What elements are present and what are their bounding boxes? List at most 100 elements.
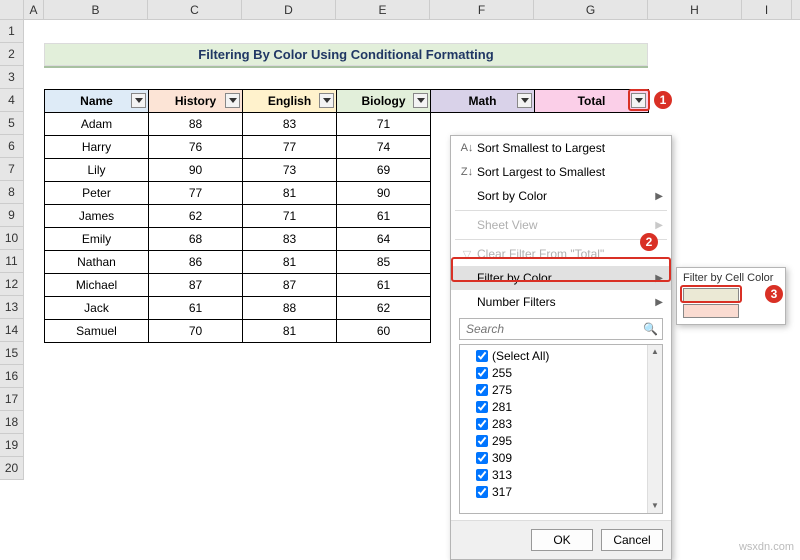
cell[interactable]: Lily: [45, 159, 149, 182]
row-header[interactable]: 11: [0, 250, 23, 273]
row-header[interactable]: 17: [0, 388, 23, 411]
row-header[interactable]: 2: [0, 43, 23, 66]
row-header[interactable]: 6: [0, 135, 23, 158]
scroll-up-icon[interactable]: ▲: [648, 345, 662, 359]
cell[interactable]: Emily: [45, 228, 149, 251]
row-header[interactable]: 13: [0, 296, 23, 319]
scroll-down-icon[interactable]: ▼: [648, 499, 662, 513]
cell[interactable]: 90: [149, 159, 243, 182]
cell[interactable]: 81: [243, 182, 337, 205]
search-input[interactable]: [464, 321, 643, 337]
checkbox[interactable]: [476, 384, 488, 396]
cell[interactable]: 73: [243, 159, 337, 182]
cell[interactable]: 87: [243, 274, 337, 297]
menu-sort-color[interactable]: Sort by Color ▶: [451, 184, 671, 208]
cell[interactable]: 74: [337, 136, 431, 159]
check-item[interactable]: 283: [460, 415, 662, 432]
cell[interactable]: Peter: [45, 182, 149, 205]
row-header[interactable]: 4: [0, 89, 23, 112]
filter-search-box[interactable]: 🔍: [459, 318, 663, 340]
menu-number-filters[interactable]: Number Filters ▶: [451, 290, 671, 314]
cell[interactable]: 70: [149, 320, 243, 343]
filter-dropdown-icon[interactable]: [517, 93, 532, 108]
checkbox[interactable]: [476, 418, 488, 430]
cell[interactable]: 64: [337, 228, 431, 251]
header-english[interactable]: English: [243, 90, 337, 113]
cell[interactable]: 69: [337, 159, 431, 182]
cell[interactable]: 85: [337, 251, 431, 274]
cell[interactable]: 68: [149, 228, 243, 251]
filter-dropdown-icon[interactable]: [413, 93, 428, 108]
filter-checklist[interactable]: (Select All) 255275281283295309313317 ▲ …: [459, 344, 663, 514]
check-item[interactable]: 275: [460, 381, 662, 398]
row-header[interactable]: 1: [0, 20, 23, 43]
row-header[interactable]: 3: [0, 66, 23, 89]
check-item[interactable]: 281: [460, 398, 662, 415]
ok-button[interactable]: OK: [531, 529, 593, 551]
cell[interactable]: 77: [149, 182, 243, 205]
row-header[interactable]: 8: [0, 181, 23, 204]
cell[interactable]: 71: [337, 113, 431, 136]
checkbox[interactable]: [476, 452, 488, 464]
filter-dropdown-icon[interactable]: [131, 93, 146, 108]
cell[interactable]: Samuel: [45, 320, 149, 343]
cell[interactable]: 83: [243, 113, 337, 136]
checkbox[interactable]: [476, 469, 488, 481]
cell[interactable]: James: [45, 205, 149, 228]
col-header[interactable]: G: [534, 0, 648, 19]
menu-sort-asc[interactable]: A↓ Sort Smallest to Largest: [451, 136, 671, 160]
cell[interactable]: Harry: [45, 136, 149, 159]
row-header[interactable]: 16: [0, 365, 23, 388]
cell[interactable]: 88: [243, 297, 337, 320]
cell[interactable]: 60: [337, 320, 431, 343]
col-header[interactable]: D: [242, 0, 336, 19]
cell[interactable]: 88: [149, 113, 243, 136]
check-item[interactable]: 313: [460, 466, 662, 483]
header-biology[interactable]: Biology: [337, 90, 431, 113]
row-header[interactable]: 14: [0, 319, 23, 342]
cell[interactable]: 87: [149, 274, 243, 297]
cell[interactable]: 90: [337, 182, 431, 205]
check-item[interactable]: 309: [460, 449, 662, 466]
cell[interactable]: 62: [337, 297, 431, 320]
cell[interactable]: Michael: [45, 274, 149, 297]
cell[interactable]: 61: [337, 205, 431, 228]
checkbox[interactable]: [476, 401, 488, 413]
row-header[interactable]: 15: [0, 342, 23, 365]
checkbox[interactable]: [476, 486, 488, 498]
row-header[interactable]: 12: [0, 273, 23, 296]
col-header[interactable]: C: [148, 0, 242, 19]
cell[interactable]: 83: [243, 228, 337, 251]
cell[interactable]: 81: [243, 251, 337, 274]
check-item-select-all[interactable]: (Select All): [460, 347, 662, 364]
col-header[interactable]: B: [44, 0, 148, 19]
col-header[interactable]: A: [24, 0, 44, 19]
cancel-button[interactable]: Cancel: [601, 529, 663, 551]
check-item[interactable]: 255: [460, 364, 662, 381]
cell[interactable]: Adam: [45, 113, 149, 136]
cell[interactable]: 86: [149, 251, 243, 274]
scrollbar[interactable]: ▲ ▼: [647, 345, 662, 513]
cell[interactable]: 76: [149, 136, 243, 159]
check-item[interactable]: 295: [460, 432, 662, 449]
cell[interactable]: Nathan: [45, 251, 149, 274]
row-header[interactable]: 7: [0, 158, 23, 181]
row-header[interactable]: 20: [0, 457, 23, 480]
filter-dropdown-icon[interactable]: [225, 93, 240, 108]
checkbox[interactable]: [476, 367, 488, 379]
header-name[interactable]: Name: [45, 90, 149, 113]
cell[interactable]: 81: [243, 320, 337, 343]
cell[interactable]: Jack: [45, 297, 149, 320]
table-row[interactable]: Adam888371: [45, 113, 649, 136]
row-header[interactable]: 9: [0, 204, 23, 227]
row-header[interactable]: 10: [0, 227, 23, 250]
row-header[interactable]: 18: [0, 411, 23, 434]
select-all-corner[interactable]: [0, 0, 24, 19]
cell[interactable]: 77: [243, 136, 337, 159]
filter-dropdown-icon[interactable]: [319, 93, 334, 108]
col-header[interactable]: H: [648, 0, 742, 19]
menu-sort-desc[interactable]: Z↓ Sort Largest to Smallest: [451, 160, 671, 184]
checkbox[interactable]: [476, 350, 488, 362]
col-header[interactable]: F: [430, 0, 534, 19]
color-swatch-2[interactable]: [683, 304, 739, 318]
